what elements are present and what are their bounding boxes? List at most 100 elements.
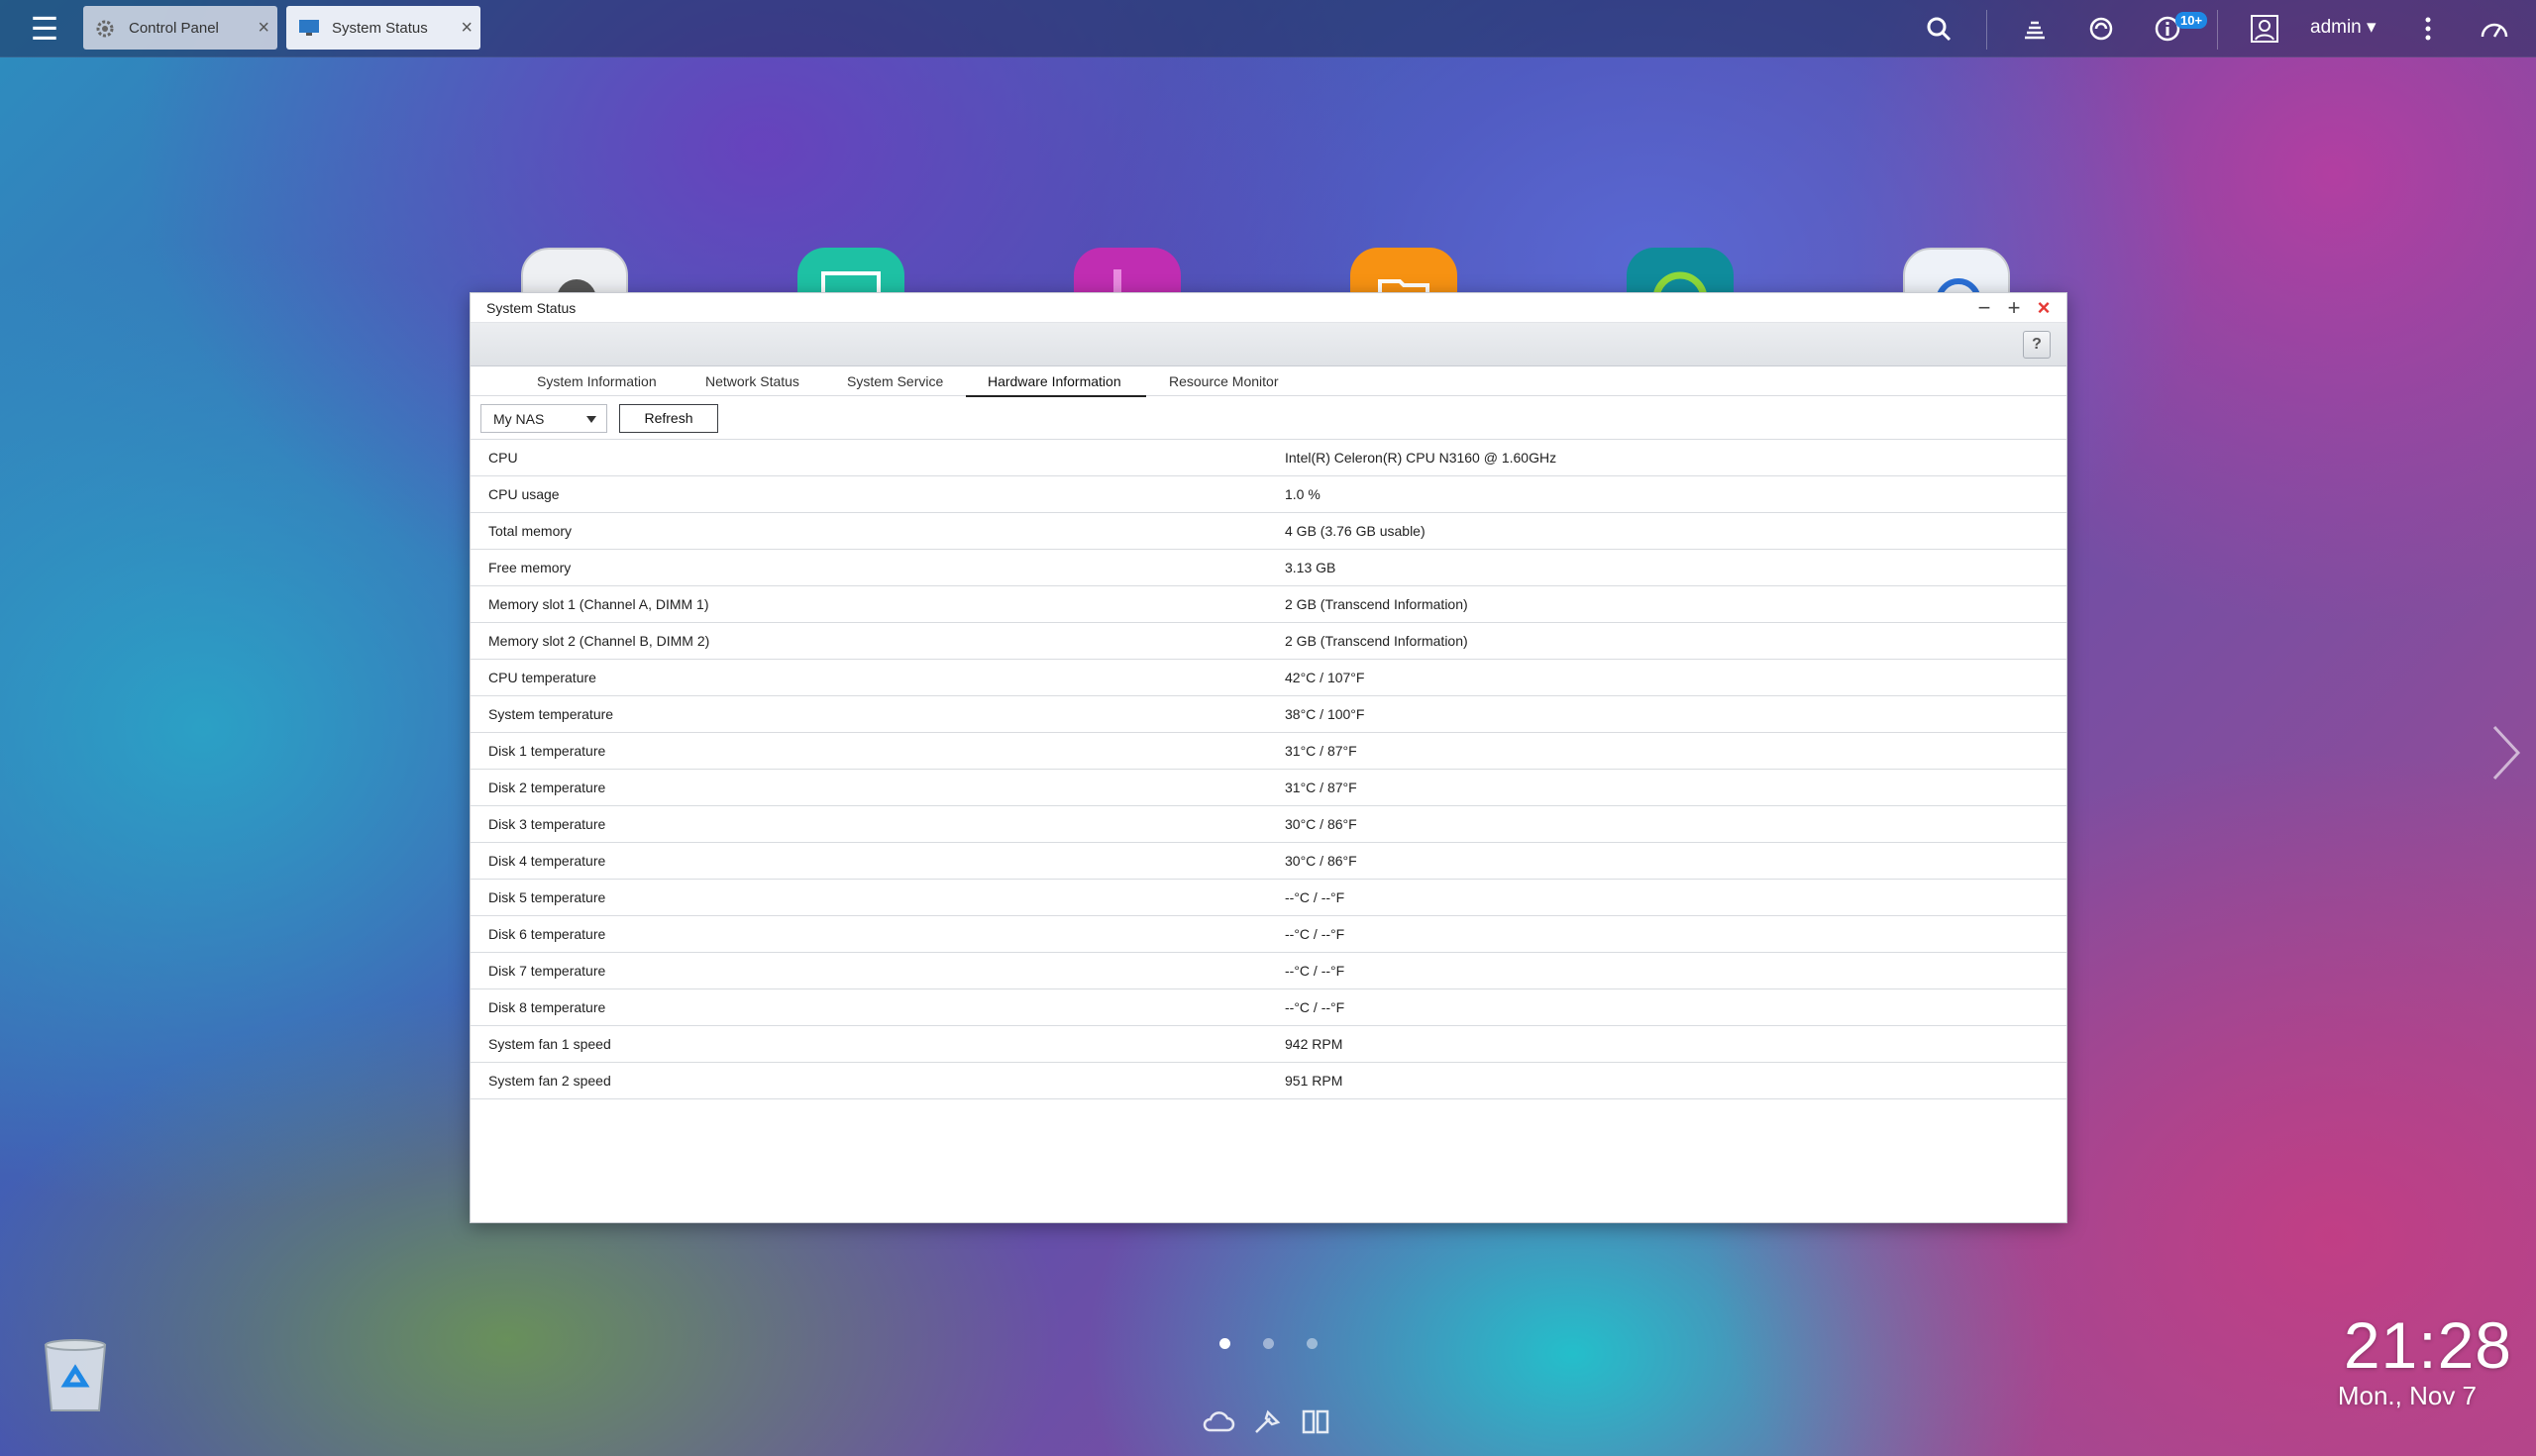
close-icon[interactable]: × [461,17,473,40]
page-indicator-1[interactable] [1219,1338,1230,1349]
tab-system-information[interactable]: System Information [537,373,657,395]
tab-system-status[interactable]: System Status × [286,6,480,50]
row-label: Memory slot 2 (Channel B, DIMM 2) [488,633,710,649]
row-value: 4 GB (3.76 GB usable) [1285,523,1426,539]
tab-system-service[interactable]: System Service [847,373,943,395]
tab-label: Control Panel [129,19,219,37]
main-menu-icon[interactable]: ☰ [22,12,67,46]
table-row: System fan 2 speed 951 RPM [471,1063,2066,1099]
controls-row: My NAS Refresh [471,396,2066,440]
cloud-icon[interactable] [1202,1406,1235,1438]
table-row: Disk 4 temperature 30°C / 86°F [471,843,2066,880]
notification-badge: 10+ [2175,12,2208,29]
row-label: System temperature [488,706,614,722]
table-row: CPU temperature 42°C / 107°F [471,660,2066,696]
row-value: 2 GB (Transcend Information) [1285,633,1468,649]
table-row: Disk 1 temperature 31°C / 87°F [471,733,2066,770]
nas-select[interactable]: My NAS [480,404,607,433]
close-icon[interactable]: × [2031,295,2057,321]
table-row: CPU usage 1.0 % [471,476,2066,513]
table-row: System fan 1 speed 942 RPM [471,1026,2066,1063]
page-indicator-3[interactable] [1307,1338,1318,1349]
chevron-right-icon[interactable] [2488,723,2524,782]
table-row: Free memory 3.13 GB [471,550,2066,586]
table-row: Disk 7 temperature --°C / --°F [471,953,2066,989]
row-label: Memory slot 1 (Channel A, DIMM 1) [488,596,709,612]
gear-icon [95,19,117,38]
clock-time: 21:28 [2343,1308,2512,1382]
row-value: 31°C / 87°F [1285,743,1357,759]
row-label: CPU [488,450,518,466]
tab-hardware-information[interactable]: Hardware Information [966,373,1146,397]
row-value: --°C / --°F [1285,889,1345,905]
row-label: Disk 6 temperature [488,926,606,942]
row-label: System fan 2 speed [488,1073,611,1089]
table-row: Memory slot 2 (Channel B, DIMM 2) 2 GB (T… [471,623,2066,660]
table-row: Disk 3 temperature 30°C / 86°F [471,806,2066,843]
user-avatar-icon[interactable] [2245,10,2284,48]
table-row: Disk 6 temperature --°C / --°F [471,916,2066,953]
maximize-icon[interactable]: + [2001,295,2027,321]
row-label: Disk 5 temperature [488,889,606,905]
row-value: 30°C / 86°F [1285,816,1357,832]
dashboard-icon[interactable] [2475,10,2514,48]
system-status-window: System Status − + × ? System Information… [470,292,2067,1223]
row-value: 30°C / 86°F [1285,853,1357,869]
tools-icon[interactable] [1250,1406,1284,1438]
refresh-button[interactable]: Refresh [619,404,718,433]
row-value: 42°C / 107°F [1285,670,1365,685]
window-toolbar: ? [471,323,2066,366]
tab-bar: System Information Network Status System… [471,366,2066,397]
minimize-icon[interactable]: − [1971,295,1997,321]
user-name: admin [2310,17,2362,38]
taskbar: ☰ Control Panel × System Status × 10+ ad… [0,0,2536,57]
close-icon[interactable]: × [258,17,269,40]
row-value: 38°C / 100°F [1285,706,1365,722]
user-menu[interactable]: admin ▾ [2310,16,2377,39]
row-value: --°C / --°F [1285,963,1345,979]
more-options-icon[interactable] [2408,10,2448,48]
table-row: Disk 8 temperature --°C / --°F [471,989,2066,1026]
table-row: Disk 5 temperature --°C / --°F [471,880,2066,916]
window-titlebar[interactable]: System Status − + × [471,293,2066,323]
row-value: 951 RPM [1285,1073,1343,1089]
row-value: 3.13 GB [1285,560,1336,575]
search-icon[interactable] [1919,10,1958,48]
row-value: 942 RPM [1285,1036,1343,1052]
row-label: Disk 7 temperature [488,963,606,979]
row-value: 31°C / 87°F [1285,780,1357,795]
background-tasks-icon[interactable] [2015,10,2055,48]
row-label: Disk 8 temperature [488,999,606,1015]
help-button[interactable]: ? [2023,331,2051,359]
tab-resource-monitor[interactable]: Resource Monitor [1169,373,1279,395]
row-label: Disk 3 temperature [488,816,606,832]
tab-label: System Status [332,19,428,37]
row-value: 2 GB (Transcend Information) [1285,596,1468,612]
hardware-info-table: CPU Intel(R) Celeron(R) CPU N3160 @ 1.60G… [471,440,2066,1099]
tab-network-status[interactable]: Network Status [705,373,799,395]
row-value: 1.0 % [1285,486,1321,502]
window-title: System Status [486,300,577,316]
row-label: Disk 4 temperature [488,853,606,869]
table-row: CPU Intel(R) Celeron(R) CPU N3160 @ 1.60G… [471,440,2066,476]
row-label: Disk 2 temperature [488,780,606,795]
tab-control-panel[interactable]: Control Panel × [83,6,277,50]
sync-icon[interactable] [2081,10,2121,48]
row-label: Disk 1 temperature [488,743,606,759]
table-row: Total memory 4 GB (3.76 GB usable) [471,513,2066,550]
clock-date: Mon., Nov 7 [2337,1381,2477,1410]
row-value: --°C / --°F [1285,926,1345,942]
table-row: System temperature 38°C / 100°F [471,696,2066,733]
row-label: Total memory [488,523,573,539]
table-row: Memory slot 1 (Channel A, DIMM 1) 2 GB (T… [471,586,2066,623]
page-indicator-2[interactable] [1263,1338,1274,1349]
row-label: Free memory [488,560,572,575]
row-value: Intel(R) Celeron(R) CPU N3160 @ 1.60GHz [1285,450,1557,466]
row-label: CPU temperature [488,670,596,685]
recycle-bin-icon[interactable] [40,1337,111,1414]
nas-select-value: My NAS [493,411,545,427]
row-value: --°C / --°F [1285,999,1345,1015]
book-icon[interactable] [1299,1406,1332,1438]
chevron-down-icon [586,416,596,423]
row-label: CPU usage [488,486,560,502]
